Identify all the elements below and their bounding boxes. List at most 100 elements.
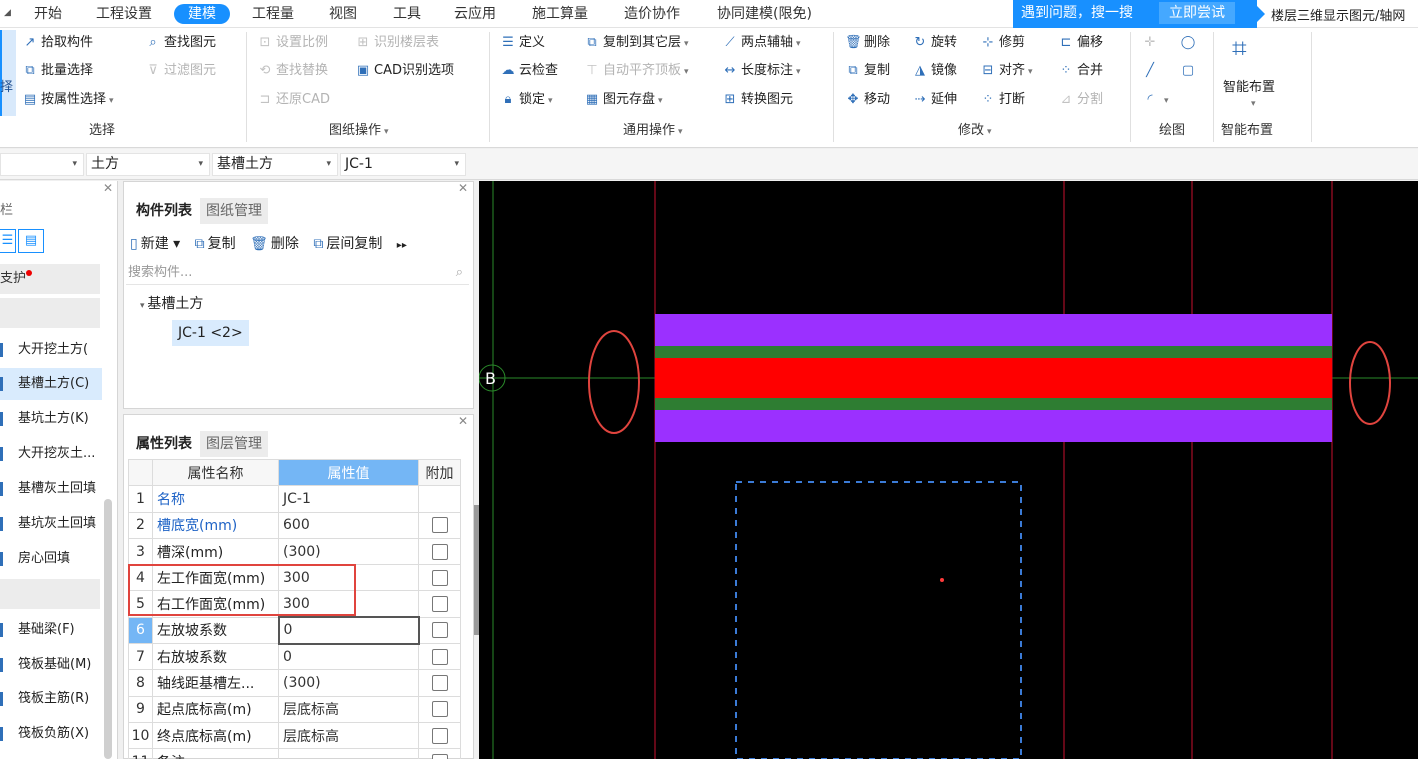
nav-item-trench-lime-backfill[interactable]: 基槽灰土回填 [0,473,102,505]
table-row[interactable]: 1 名称 JC-1 [128,485,461,513]
type-select[interactable]: 基槽土方 ▾ [212,153,338,176]
tree-view-icon[interactable]: ☰ [0,229,16,253]
delete-component-button[interactable]: 🗑︎ 删除 [250,236,299,252]
nav-item-open-excavation[interactable]: 大开挖土方( [0,334,102,366]
attach-checkbox[interactable] [431,701,448,718]
select-by-property-button[interactable]: ▤ 按属性选择 ▾ [22,89,114,111]
nav-section-support[interactable]: 支护 [0,264,100,294]
break-button[interactable]: ⁘ 打断 [980,89,1025,111]
property-value-cell[interactable]: 0 [277,616,420,645]
try-now-button[interactable]: 立即尝试 [1159,2,1235,24]
copy-button[interactable]: ⧉ 复制 [845,60,890,82]
find-elements-button[interactable]: ⌕ 查找图元 [145,32,216,54]
nav-item-raft-main-rebar[interactable]: 筏板主筋(R) [0,683,102,715]
select-tool-tab[interactable]: 择 [0,30,16,116]
attach-checkbox[interactable] [431,517,448,534]
recognize-floor-table-button[interactable]: ⊞ 识别楼层表 [355,32,439,54]
tab-layer-management[interactable]: 图层管理 [200,431,268,457]
group-label-modify[interactable]: 修改 ▾ [958,122,992,140]
tab-component-list[interactable]: 构件列表 [130,198,198,224]
attach-checkbox[interactable] [431,596,448,613]
offset-button[interactable]: ⊏ 偏移 [1058,32,1103,54]
menu-cloud[interactable]: 云应用 [454,4,496,24]
move-button[interactable]: ✥ 移动 [845,89,890,111]
set-scale-button[interactable]: ⊡ 设置比例 [257,32,328,54]
table-row[interactable]: 11备注 [128,748,461,759]
nav-section-foundation[interactable] [0,579,100,609]
menu-view[interactable]: 视图 [329,4,357,24]
auto-align-top-button[interactable]: ⊤ 自动平齐顶板 ▾ [584,60,688,82]
nav-item-trench-earthwork[interactable]: 基槽土方(C) [0,368,102,400]
menu-collab-model[interactable]: 协同建模(限免) [717,4,812,24]
copy-to-other-floors-button[interactable]: ⧉ 复制到其它层 ▾ [584,32,688,54]
menu-start[interactable]: 开始 [34,4,62,24]
draw-line-button[interactable]: ╱ [1142,60,1161,82]
list-view-icon[interactable]: ▤ [18,229,44,253]
nav-item-pit-lime-backfill[interactable]: 基坑灰土回填 [0,508,102,540]
drawing-canvas[interactable]: B [479,181,1418,759]
close-icon[interactable]: ✕ [458,414,468,428]
table-row[interactable]: 2 槽底宽(mm) 600 [128,511,461,539]
close-icon[interactable]: ✕ [458,181,468,195]
attach-checkbox[interactable] [431,753,448,759]
more-toolbar-icon[interactable]: ▸▸ [397,240,407,251]
property-value-cell[interactable]: (300) [278,669,419,697]
nav-item-foundation-beam[interactable]: 基础梁(F) [0,614,102,646]
menu-construction[interactable]: 施工算量 [532,4,588,24]
close-icon[interactable]: ✕ [103,181,113,195]
align-button[interactable]: ⊟ 对齐 ▾ [980,60,1033,82]
component-search-input[interactable]: 搜索构件... ⌕ [126,261,469,285]
cad-recognition-options-button[interactable]: ▣ CAD识别选项 [355,60,454,82]
nav-item-raft-foundation[interactable]: 筏板基础(M) [0,649,102,681]
table-row[interactable]: 8 轴线距基槽左... (300) [128,669,461,697]
attach-checkbox[interactable] [431,569,448,586]
new-component-button[interactable]: ▯ 新建 ▾ [130,236,180,252]
mirror-button[interactable]: ◮ 镜像 [912,60,957,82]
attach-checkbox[interactable] [431,675,448,692]
split-button[interactable]: ⊿ 分割 [1058,89,1103,111]
define-button[interactable]: ☰ 定义 [500,32,545,54]
floor-select[interactable]: ▾ [0,153,84,176]
nav-item-open-lime-soil[interactable]: 大开挖灰土... [0,438,102,470]
draw-circle-button[interactable]: ◯ [1180,32,1199,54]
group-label-common[interactable]: 通用操作 ▾ [623,122,683,140]
copy-component-button[interactable]: ⧉ 复制 [195,236,236,252]
property-value-cell[interactable]: 0 [278,643,419,671]
nav-item-raft-negative-rebar[interactable]: 筏板负筋(X) [0,718,102,750]
table-row[interactable]: 9 起点底标高(m) 层底标高 [128,695,461,723]
extend-button[interactable]: ⇢ 延伸 [912,89,957,111]
draw-rect-button[interactable]: ▢ [1180,60,1199,82]
property-value-cell[interactable]: (300) [278,537,419,566]
nav-section-earthwork[interactable] [0,298,100,328]
attach-checkbox[interactable] [431,727,448,744]
property-value-cell[interactable]: 层底标高 [278,721,419,750]
tree-leaf-jc1[interactable]: JC-1 <2> [172,320,249,346]
quick-access-caret-icon[interactable]: ◢ [4,8,11,18]
property-value-cell[interactable]: 600 [278,511,419,539]
smart-layout-icon[interactable]: ⌗ [1232,34,1247,64]
menu-modeling[interactable]: 建模 [174,4,230,24]
nav-item-pit-earthwork[interactable]: 基坑土方(K) [0,403,102,435]
copy-between-floors-button[interactable]: ⧉ 层间复制 [313,236,382,252]
property-value-cell[interactable] [278,748,419,759]
search-icon[interactable]: ⌕ [456,261,463,285]
merge-button[interactable]: ⁘ 合并 [1058,60,1103,82]
pick-component-button[interactable]: ↗ 拾取构件 [22,32,93,54]
property-value-cell[interactable]: 层底标高 [278,695,419,723]
attach-checkbox[interactable] [431,543,448,560]
group-label-drawing-ops[interactable]: 图纸操作 ▾ [329,122,389,140]
nav-item-room-backfill[interactable]: 房心回填 [0,543,102,575]
menu-project-settings[interactable]: 工程设置 [96,4,152,24]
cloud-check-button[interactable]: ☁ 云检查 [500,60,559,82]
menu-quantity[interactable]: 工程量 [252,4,294,24]
trench-bottom-band[interactable] [655,358,1332,398]
menu-tools[interactable]: 工具 [393,4,421,24]
property-value-cell[interactable]: JC-1 [278,485,419,513]
attach-checkbox[interactable] [431,622,448,639]
draw-point-button[interactable]: ✛ [1142,32,1161,54]
two-point-aux-axis-button[interactable]: ⟋ 两点辅轴 ▾ [722,32,800,54]
attach-checkbox[interactable] [431,648,448,665]
draw-arc-button[interactable]: ◜ ▾ [1142,89,1168,111]
tree-node-trench-earthwork[interactable]: ▾ 基槽土方 [140,293,203,313]
tab-property-list[interactable]: 属性列表 [130,431,198,457]
